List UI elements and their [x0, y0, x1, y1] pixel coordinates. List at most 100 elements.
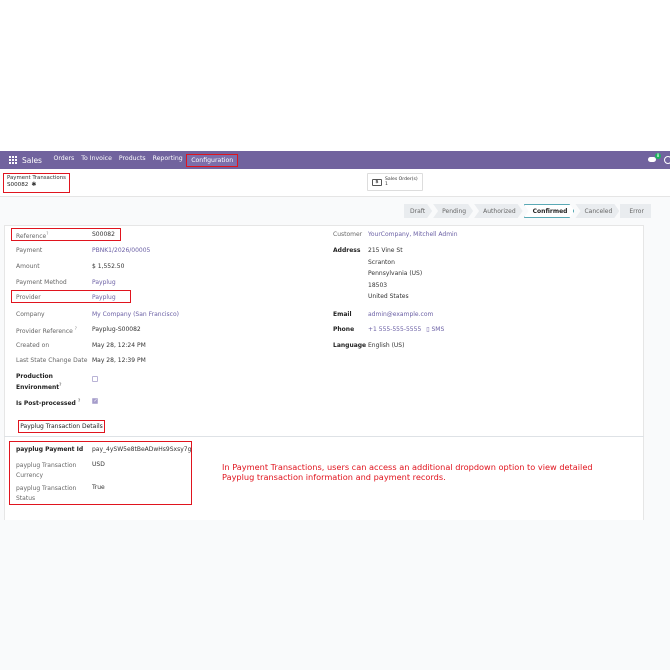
payplug-status-field: payplug Transaction Status True — [16, 484, 105, 503]
language-label: Language — [333, 342, 367, 349]
chat-icon[interactable]: 8 — [648, 153, 661, 164]
app-brand[interactable]: Sales — [22, 156, 42, 165]
provider-reference-value: Payplug-S00082 — [92, 326, 141, 333]
customer-link[interactable]: YourCompany, Mitchell Admin — [368, 231, 458, 238]
created-on-label: Created on — [16, 342, 50, 349]
stage-pending[interactable]: Pending — [433, 204, 473, 218]
breadcrumb: Payment Transactions S00082 ✱ — [3, 173, 70, 193]
amount-value: $ 1,552.50 — [92, 263, 125, 270]
payplug-payment-id-field: payplug Payment Id pay_4ySW5e8tBeADwHs9S… — [16, 446, 191, 453]
stage-error[interactable]: Error — [620, 204, 651, 218]
top-navbar: Sales Orders To Invoice Products Reporti… — [0, 151, 670, 169]
payplug-status-label-1: payplug Transaction — [16, 485, 77, 492]
chat-badge: 8 — [655, 153, 661, 159]
notebook-tab-line — [4, 435, 644, 437]
payment-method-field: Payment Method Payplug — [16, 279, 116, 286]
payplug-payment-id-label: payplug Payment Id — [16, 446, 84, 453]
email-field: Email admin@example.com — [333, 311, 433, 318]
nav-menu: Orders To Invoice Products Reporting Con… — [50, 153, 239, 167]
provider-reference-field: Provider Reference ? Payplug-S00082 — [16, 326, 141, 335]
provider-field: Provider Payplug — [16, 294, 116, 301]
help-icon: ? — [46, 231, 49, 236]
company-link[interactable]: My Company (San Francisco) — [92, 311, 179, 318]
help-icon: ? — [59, 382, 62, 387]
production-environment-label-1: Production — [16, 373, 53, 380]
company-label: Company — [16, 311, 45, 318]
payplug-currency-label-2: Currency — [16, 471, 44, 479]
production-environment-checkbox[interactable] — [92, 376, 98, 382]
menu-reporting[interactable]: Reporting — [149, 155, 186, 166]
amount-field: Amount $ 1,552.50 — [16, 263, 124, 270]
payment-method-label: Payment Method — [16, 279, 67, 286]
stage-draft[interactable]: Draft — [404, 204, 432, 218]
address-line: United States — [368, 293, 409, 300]
customer-field: Customer YourCompany, Mitchell Admin — [333, 231, 458, 238]
gear-icon[interactable]: ✱ — [31, 181, 36, 188]
menu-products[interactable]: Products — [115, 155, 149, 166]
email-link[interactable]: admin@example.com — [368, 311, 433, 318]
created-on-field: Created on May 28, 12:24 PM — [16, 342, 146, 349]
sms-button[interactable]: ▯ SMS — [426, 326, 444, 333]
smart-button-label: Sales Order(s) — [385, 176, 418, 182]
mobile-icon: ▯ — [426, 326, 430, 333]
address-line: 215 Vine St — [368, 247, 403, 254]
stage-canceled[interactable]: Canceled — [575, 204, 619, 218]
production-environment-label-2: Environment — [16, 384, 60, 391]
payment-label: Payment — [16, 247, 43, 254]
menu-orders[interactable]: Orders — [50, 155, 78, 166]
payment-method-link[interactable]: Payplug — [92, 279, 116, 286]
provider-label: Provider — [16, 294, 41, 301]
stage-authorized[interactable]: Authorized — [474, 204, 523, 218]
payment-link[interactable]: PBNK1/2026/00005 — [92, 247, 150, 254]
post-processed-field: Is Post-processed ? — [16, 398, 98, 407]
help-icon: ? — [77, 398, 81, 403]
smart-button-count: 1 — [385, 182, 388, 187]
language-value: English (US) — [368, 342, 405, 349]
breadcrumb-parent[interactable]: Payment Transactions — [7, 175, 66, 181]
reference-field: Reference? S00082 — [16, 231, 115, 240]
reference-label: Reference — [16, 233, 47, 240]
address-line: Pennsylvania (US) — [368, 270, 423, 277]
sms-label: SMS — [431, 326, 445, 333]
annotation-text: In Payment Transactions, users can acces… — [222, 462, 593, 482]
address-label: Address — [333, 247, 361, 254]
email-label: Email — [333, 311, 352, 318]
company-field: Company My Company (San Francisco) — [16, 311, 179, 318]
dollar-bill-icon: $ — [372, 178, 382, 186]
payplug-status-value: True — [92, 484, 105, 491]
customer-label: Customer — [333, 231, 363, 238]
menu-configuration[interactable]: Configuration — [186, 153, 239, 167]
payplug-payment-id-value: pay_4ySW5e8tBeADwHs9Sxsy7g — [92, 446, 192, 453]
help-icon: ? — [74, 326, 77, 331]
phone-field: Phone +1 555-555-5555 ▯ SMS — [333, 326, 444, 333]
amount-label: Amount — [16, 263, 40, 270]
navbar-systray: 8 — [648, 151, 670, 169]
last-state-change-value: May 28, 12:39 PM — [92, 357, 146, 364]
last-state-change-field: Last State Change Date May 28, 12:39 PM — [16, 357, 146, 364]
phone-label: Phone — [333, 326, 355, 333]
control-panel: Payment Transactions S00082 ✱ $ Sales Or… — [0, 169, 670, 197]
payment-field: Payment PBNK1/2026/00005 — [16, 247, 150, 254]
tab-payplug-transaction-details[interactable]: Payplug Transaction Details — [18, 420, 105, 433]
payplug-currency-label-1: payplug Transaction — [16, 462, 77, 469]
created-on-value: May 28, 12:24 PM — [92, 342, 146, 349]
reference-value[interactable]: S00082 — [92, 231, 115, 238]
address-field: Address 215 Vine St Scranton Pennsylvani… — [333, 247, 422, 303]
production-environment-field: Production Environment? — [16, 373, 98, 392]
provider-link[interactable]: Payplug — [92, 294, 116, 301]
post-processed-checkbox[interactable] — [92, 398, 98, 404]
payplug-currency-value: USD — [92, 461, 105, 468]
post-processed-label: Is Post-processed — [16, 400, 76, 407]
language-field: Language English (US) — [333, 342, 404, 349]
breadcrumb-current: S00082 — [7, 181, 29, 188]
sales-orders-smart-button[interactable]: $ Sales Order(s) 1 — [367, 173, 423, 191]
provider-reference-label: Provider Reference — [16, 328, 73, 335]
clock-icon[interactable] — [664, 156, 670, 164]
address-line: Scranton — [368, 258, 395, 266]
payplug-status-label-2: Status — [16, 494, 36, 502]
menu-to-invoice[interactable]: To Invoice — [78, 155, 116, 166]
status-bar: Draft Pending Authorized Confirmed Cance… — [404, 204, 652, 218]
phone-link[interactable]: +1 555-555-5555 — [368, 326, 421, 333]
apps-grid-icon[interactable] — [9, 156, 17, 164]
stage-confirmed[interactable]: Confirmed — [524, 204, 575, 218]
